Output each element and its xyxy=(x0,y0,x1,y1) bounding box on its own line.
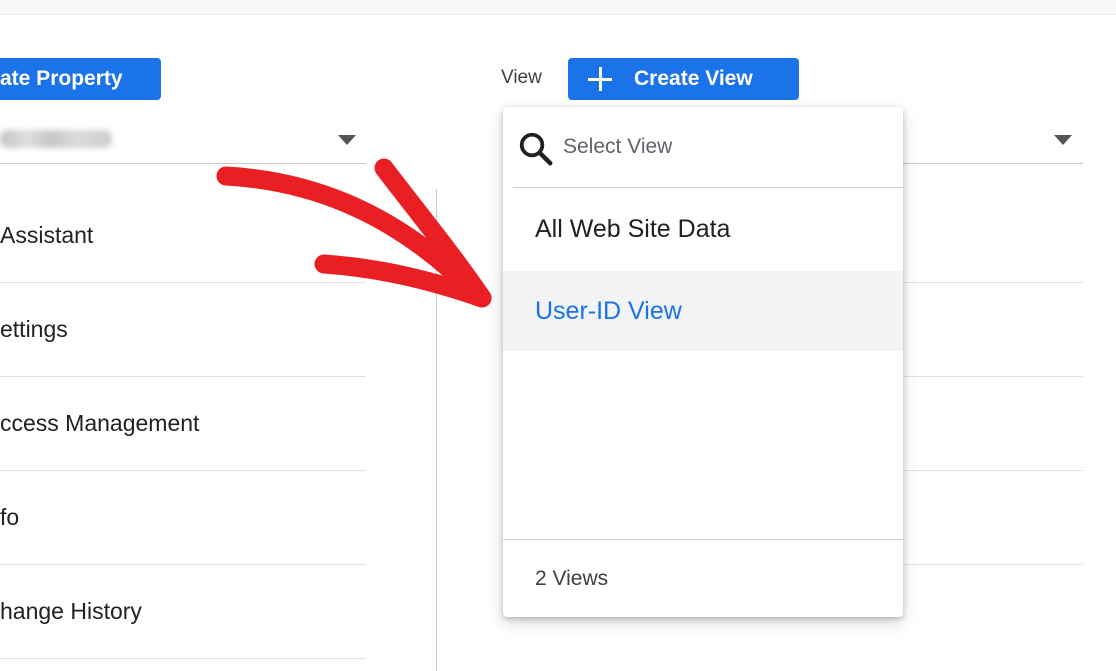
create-property-button[interactable]: ate Property xyxy=(0,58,161,100)
view-option-all-web-site-data[interactable]: All Web Site Data xyxy=(503,189,903,269)
property-list-item-label: ettings xyxy=(0,316,68,342)
view-search-box xyxy=(513,107,903,188)
view-option-user-id-view[interactable]: User-ID View xyxy=(503,271,903,351)
property-list-item-label: fo xyxy=(0,504,20,530)
dropdown-caret-icon xyxy=(338,135,356,145)
property-list-item-label: Assistant xyxy=(0,222,94,248)
top-bar xyxy=(0,0,1116,15)
property-list-item-label: hange History xyxy=(0,598,142,624)
blurred-property-name xyxy=(0,130,112,148)
property-list-item[interactable]: Assistant xyxy=(0,189,366,283)
property-list-item[interactable]: hange History xyxy=(0,565,366,659)
create-view-label: Create View xyxy=(634,67,753,90)
property-settings-list: Assistant ettings ccess Management fo ha… xyxy=(0,189,366,659)
property-list-item-label: ccess Management xyxy=(0,410,200,436)
views-count: 2 Views xyxy=(503,539,903,617)
dropdown-caret-icon xyxy=(1054,135,1072,145)
property-list-item[interactable]: ettings xyxy=(0,283,366,377)
property-list-item[interactable]: fo xyxy=(0,471,366,565)
plus-icon xyxy=(588,67,612,91)
view-column-label: View xyxy=(501,67,542,88)
create-view-button[interactable]: Create View xyxy=(568,58,799,100)
column-divider xyxy=(436,189,437,671)
property-list-item[interactable]: ccess Management xyxy=(0,377,366,471)
search-icon xyxy=(519,132,553,166)
view-selector[interactable] xyxy=(903,118,1083,164)
view-dropdown-menu: All Web Site Data User-ID View 2 Views xyxy=(503,107,903,617)
view-search-input[interactable] xyxy=(563,131,883,163)
create-property-label: ate Property xyxy=(0,67,123,90)
property-selector[interactable] xyxy=(0,118,366,164)
